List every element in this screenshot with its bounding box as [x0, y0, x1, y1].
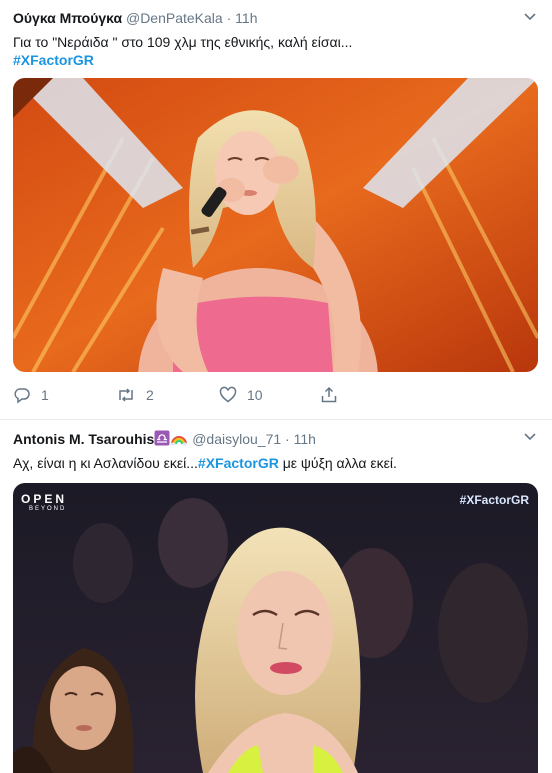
rainbow-emoji-icon — [170, 436, 188, 446]
like-icon — [219, 386, 237, 403]
video-hashtag-overlay: #XFactorGR — [459, 493, 529, 507]
author-name[interactable]: Ούγκα Μπούγκα — [13, 10, 122, 26]
share-button[interactable] — [320, 386, 348, 404]
like-button[interactable]: 10 — [219, 386, 263, 404]
tweet-text: Για το "Νεράιδα " στο 109 χλμ της εθνική… — [13, 34, 353, 50]
reply-count: 1 — [41, 387, 49, 403]
retweet-button[interactable]: 2 — [116, 386, 154, 404]
timestamp[interactable]: 11h — [235, 10, 257, 26]
tweet-header: Ούγκα Μπούγκα @DenPateKala · 11h — [13, 9, 257, 27]
share-icon — [321, 386, 337, 403]
channel-logo-text: OPEN — [21, 492, 68, 506]
retweet-count: 2 — [146, 387, 154, 403]
tweet-video[interactable]: OPEN BEYOND #XFactorGR — [13, 483, 538, 773]
judge-video-frame — [13, 483, 538, 773]
author-name[interactable]: Antonis M. Tsarouhis — [13, 431, 154, 447]
tweet-photo[interactable] — [13, 78, 538, 372]
tweet-text: Αχ, είναι η κι Ασλανίδου εκεί...#XFactor… — [13, 454, 397, 473]
singer-photo — [13, 78, 538, 372]
timestamp[interactable]: 11h — [294, 431, 316, 447]
separator: · — [285, 431, 290, 447]
tweet-text-after: με ψύξη αλλα εκεί. — [278, 455, 397, 471]
channel-logo-subtext: BEYOND — [29, 506, 67, 512]
author-handle[interactable]: @daisylou_71 — [192, 431, 281, 447]
like-count: 10 — [247, 387, 263, 403]
tweet-header: Antonis M. Tsarouhis @daisylou_71 · 11h — [13, 430, 316, 448]
tweet-1[interactable]: Ούγκα Μπούγκα @DenPateKala · 11h Για το … — [0, 0, 552, 417]
author-handle[interactable]: @DenPateKala — [126, 10, 223, 26]
reply-button[interactable]: 1 — [13, 386, 49, 404]
tweet-2[interactable]: Antonis M. Tsarouhis @daisylou_71 · 11h … — [0, 419, 552, 773]
separator: · — [226, 10, 232, 26]
libra-emoji-icon — [154, 430, 170, 446]
chevron-down-icon[interactable] — [522, 8, 538, 24]
channel-logo: OPEN BEYOND — [21, 492, 67, 512]
tweet-text-before: Αχ, είναι η κι Ασλανίδου εκεί... — [13, 455, 198, 471]
hashtag-link[interactable]: #XFactorGR — [198, 455, 279, 471]
reply-icon — [14, 388, 30, 404]
chevron-down-icon[interactable] — [522, 428, 538, 444]
hashtag-link[interactable]: #XFactorGR — [13, 52, 94, 68]
tweet-actions: 1 2 10 — [13, 386, 433, 408]
retweet-icon — [119, 388, 133, 402]
